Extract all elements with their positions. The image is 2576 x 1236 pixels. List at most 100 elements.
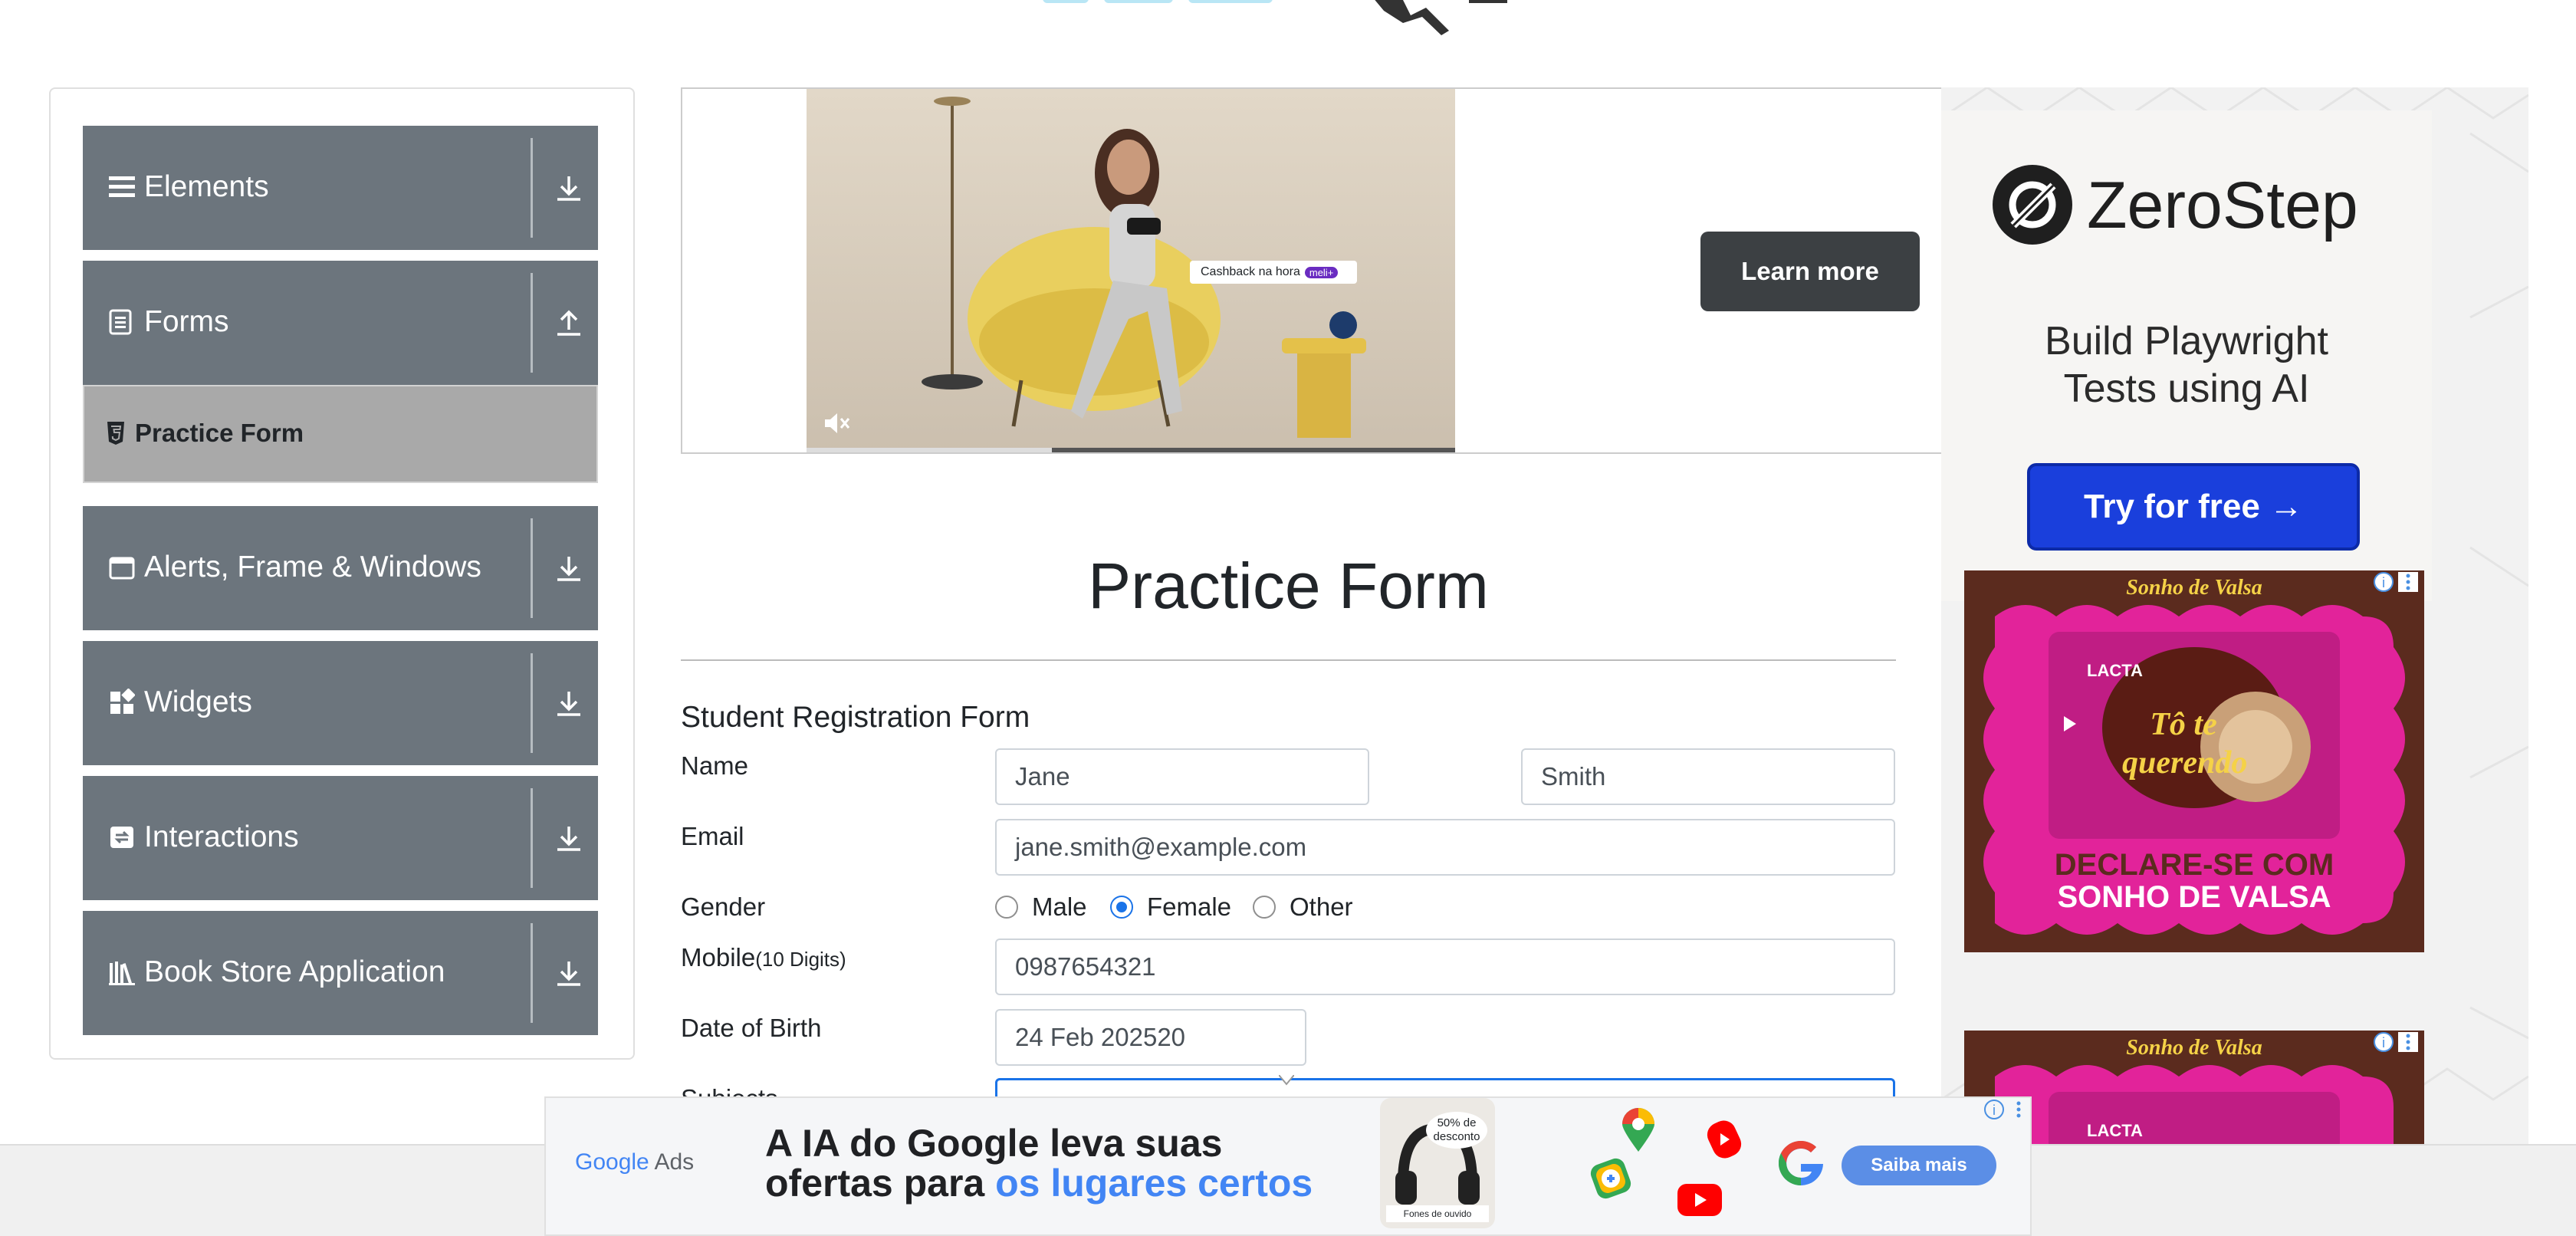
html5-icon [106, 420, 126, 446]
page-title: Practice Form [1088, 550, 1489, 622]
divider [531, 788, 533, 888]
mobile-label-text: Mobile [681, 943, 756, 971]
divider [681, 659, 1896, 661]
video-caption: Cashback na hora [1201, 265, 1300, 278]
youtube-icon [1677, 1184, 1722, 1216]
gender-male-radio[interactable] [995, 896, 1018, 919]
ad-headline-1: A IA do Google leva suas [765, 1122, 1223, 1165]
ad-video[interactable]: Cashback na hora meli+ [807, 89, 1455, 452]
gender-female-label[interactable]: Female [1147, 889, 1231, 925]
sidebar-group-label: Interactions [144, 820, 299, 853]
sidebar-group-book-store[interactable]: Book Store Application [83, 911, 598, 1035]
google-ads-logo: Google Ads [575, 1147, 694, 1178]
sidebar-group-label: Alerts, Frame & Windows [144, 551, 481, 583]
mobile-input[interactable]: 0987654321 [995, 939, 1895, 995]
lacta-brand: LACTA [2087, 661, 2143, 680]
dob-label: Date of Birth [681, 1014, 822, 1042]
ad-headline-2: ofertas para os lugares certos [765, 1162, 1313, 1204]
divider [531, 273, 533, 373]
download-icon[interactable] [554, 172, 584, 205]
video-caption-tag: Cashback na hora meli+ [1190, 261, 1357, 284]
google-maps-icon [1619, 1107, 1658, 1153]
upload-icon[interactable] [554, 307, 584, 340]
site-logo[interactable] [1043, 0, 1549, 37]
google-wordmark: Google [575, 1149, 649, 1175]
ad-headline-2-prefix: ofertas para [765, 1162, 996, 1205]
discount-badge: 50% de desconto [1426, 1112, 1487, 1149]
google-ads-banner[interactable]: Google Ads A IA do Google leva suas ofer… [544, 1096, 2032, 1236]
sidebar-group-interactions[interactable]: Interactions [83, 776, 598, 900]
gender-label: Gender [681, 892, 766, 921]
product-label: Fones de ouvido [1386, 1205, 1489, 1222]
gender-male-label[interactable]: Male [1032, 889, 1087, 925]
sidebar-group-elements[interactable]: Elements [83, 126, 598, 250]
ad-info-icon[interactable]: i [2374, 572, 2394, 592]
zerostep-headline-1: Build Playwright [2045, 319, 2328, 363]
sidebar: Elements Forms Practice Form Alerts, Fra… [49, 87, 635, 1060]
mobile-hint: (10 Digits) [755, 948, 846, 971]
ads-wordmark: Ads [654, 1149, 695, 1175]
form-title: Student Registration Form [681, 701, 1030, 734]
document-icon [109, 308, 135, 336]
sidebar-group-label: Forms [144, 305, 229, 338]
learn-more-button[interactable]: Learn more [1700, 232, 1920, 311]
divider [531, 923, 533, 1023]
date-of-birth-input[interactable]: 24 Feb 202520 [995, 1009, 1306, 1066]
download-icon[interactable] [554, 957, 584, 991]
muted-speaker-icon[interactable] [820, 408, 851, 439]
books-icon [109, 958, 135, 986]
divider [531, 653, 533, 753]
sidebar-item-practice-form[interactable]: Practice Form [83, 385, 598, 483]
window-icon [109, 554, 135, 581]
download-icon[interactable] [554, 822, 584, 856]
download-icon[interactable] [554, 687, 584, 721]
saiba-mais-button[interactable]: Saiba mais [1842, 1146, 1996, 1185]
sidebar-group-forms[interactable]: Forms [83, 261, 598, 385]
gender-other-label[interactable]: Other [1290, 889, 1353, 925]
try-for-free-button[interactable]: Try for free → [2027, 463, 2360, 551]
discount-line-1: 50% de [1437, 1116, 1477, 1129]
right-ad-column[interactable]: ZeroStep Build Playwright Tests using AI… [1941, 87, 2528, 1146]
sonho-de-valsa-logo: Sonho de Valsa [2126, 1036, 2262, 1060]
ad-menu-icon[interactable] [2398, 1032, 2418, 1052]
zerostep-logo-icon [1990, 163, 2075, 247]
sidebar-group-label: Book Store Application [144, 955, 445, 988]
ad-info-icon[interactable]: i [2374, 1032, 2394, 1052]
discount-line-2: desconto [1433, 1130, 1480, 1143]
last-name-input[interactable]: Smith [1521, 748, 1895, 805]
sidebar-group-alerts-frame-windows[interactable]: Alerts, Frame & Windows [83, 506, 598, 630]
product-card[interactable]: 50% de desconto Fones de ouvido [1380, 1098, 1495, 1228]
gender-female-radio[interactable] [1110, 896, 1133, 919]
youtube-shorts-icon [1705, 1118, 1743, 1161]
google-pay-icon [1589, 1156, 1633, 1201]
gender-other-radio[interactable] [1253, 896, 1276, 919]
ad-menu-icon[interactable] [2398, 572, 2418, 592]
first-name-input[interactable]: Jane [995, 748, 1369, 805]
zerostep-brand: ZeroStep [2087, 169, 2358, 242]
candy-tagline: Tô te querendo [2122, 707, 2248, 781]
sidebar-group-widgets[interactable]: Widgets [83, 641, 598, 765]
zerostep-ad[interactable]: ZeroStep Build Playwright Tests using AI… [1941, 110, 2432, 601]
email-input[interactable]: jane.smith@example.com [995, 819, 1895, 876]
candy-ad[interactable]: Sonho de Valsa LACTA Tô te querendo DECL… [1964, 570, 2424, 952]
google-g-icon [1778, 1140, 1823, 1186]
ad-menu-icon[interactable] [2009, 1100, 2029, 1119]
candy-slogan-2: SONHO DE VALSA [2057, 880, 2331, 914]
sonho-de-valsa-logo: Sonho de Valsa [2126, 576, 2262, 600]
interactions-icon [109, 823, 135, 851]
zerostep-headline-2: Tests using AI [2063, 367, 2310, 411]
mobile-label: Mobile(10 Digits) [681, 940, 846, 977]
widgets-icon [109, 688, 136, 716]
ad-info-icon[interactable]: i [1984, 1100, 2004, 1119]
name-label: Name [681, 751, 749, 780]
divider [531, 518, 533, 618]
datepicker-caret-icon [1278, 1074, 1295, 1086]
candy-ad-2[interactable]: Sonho de Valsa LACTA i [1964, 1031, 2424, 1146]
sidebar-group-label: Widgets [144, 685, 252, 718]
download-icon[interactable] [554, 552, 584, 586]
meli-badge: meli+ [1304, 266, 1339, 278]
candy-slogan-1: DECLARE-SE COM [2054, 848, 2334, 882]
divider [531, 138, 533, 238]
email-label: Email [681, 822, 744, 850]
sidebar-item-label: Practice Form [135, 419, 304, 447]
